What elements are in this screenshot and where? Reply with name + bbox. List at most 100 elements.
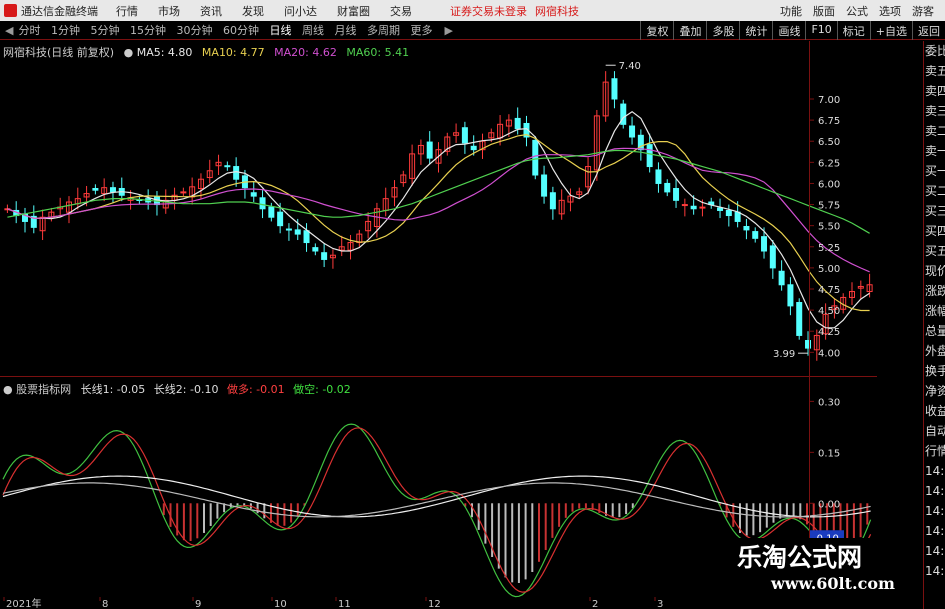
menu-function[interactable]: 功能 [780,3,802,19]
period-toolbar: ◀ 分时 1分钟 5分钟 15分钟 30分钟 60分钟 日线 周线 月线 多周期… [0,21,945,40]
multi-stock-button[interactable]: 多股 [706,21,739,40]
price-tick-label: 5.75 [818,201,840,212]
menu-options[interactable]: 选项 [879,3,901,19]
login-notice[interactable]: 证券交易未登录 [450,3,527,19]
tab-30min[interactable]: 30分钟 [176,24,212,37]
side-item[interactable]: 14:50 [924,521,945,541]
side-item[interactable]: 卖一 [924,141,945,161]
draw-line-button[interactable]: 画线 [772,21,805,40]
side-item[interactable]: 卖五 [924,61,945,81]
date-tick-label: 2 [592,599,598,609]
do-long-label: 做多: -0.01 [226,383,285,396]
price-tick-label: 6.50 [818,137,840,148]
candle-body [787,284,794,307]
side-item[interactable]: 自动 [924,421,945,441]
tab-intraday[interactable]: 分时 [18,24,40,37]
menu-formula[interactable]: 公式 [846,3,868,19]
side-item[interactable]: 14:50 [924,481,945,501]
side-item[interactable]: 卖三 [924,101,945,121]
tab-60min[interactable]: 60分钟 [223,24,259,37]
menu-news[interactable]: 资讯 [200,3,222,19]
side-item[interactable]: 外盘 [924,341,945,361]
tab-15min[interactable]: 15分钟 [130,24,166,37]
price-tick-label: 4.75 [818,285,840,296]
long-line-1-label: 长线1: -0.05 [80,383,146,396]
current-stock-name: 网宿科技 [535,4,579,18]
mark-button[interactable]: 标记 [836,21,870,40]
adjust-button[interactable]: 复权 [640,21,673,40]
side-item[interactable]: 涨幅 [924,301,945,321]
app-name: 通达信金融终端 [21,4,98,18]
candle-body [717,207,724,211]
price-tick-label: 6.75 [818,116,840,127]
candle-body [549,192,556,210]
indicator-settings-icon[interactable]: ● [3,383,13,396]
side-item[interactable]: 14:50 [924,461,945,481]
side-item[interactable]: 买四 [924,221,945,241]
date-tick-label: 12 [428,599,441,609]
menu-wealth[interactable]: 财富圈 [337,3,370,19]
tab-monthly[interactable]: 月线 [334,24,356,37]
tab-5min[interactable]: 5分钟 [90,24,119,37]
indicator-tick-label: 0.15 [818,448,840,459]
right-arrow-icon[interactable]: ▶ [439,24,457,37]
side-item[interactable]: 收益 [924,401,945,421]
overlay-button[interactable]: 叠加 [673,21,706,40]
side-item[interactable]: 现价 [924,261,945,281]
tab-multi-period[interactable]: 多周期 [367,24,400,37]
side-item[interactable]: 换手 [924,361,945,381]
left-arrow-icon[interactable]: ◀ [0,24,18,37]
candle-body [725,209,732,217]
date-tick-label: 10 [274,599,287,609]
price-tick-label: 4.00 [818,348,840,359]
candle-body [629,125,636,138]
side-item[interactable]: 卖二 [924,121,945,141]
watermark-title: 乐淘公式网 [737,543,863,572]
menu-quotes[interactable]: 行情 [116,3,138,19]
side-item[interactable]: 卖四 [924,81,945,101]
guest-label[interactable]: 游客 [912,3,934,19]
kline-chart[interactable]: 7.40 3.99 [0,41,877,377]
main-menu: 行情 市场 资讯 发现 问小达 财富圈 交易 [116,3,432,19]
tab-weekly[interactable]: 周线 [302,24,324,37]
menu-discover[interactable]: 发现 [242,3,264,19]
app-logo-icon [4,4,17,17]
menu-market[interactable]: 市场 [158,3,180,19]
title-right-menu: 功能 版面 公式 选项 游客 [780,0,945,21]
menu-layout[interactable]: 版面 [813,3,835,19]
candle-body [532,139,539,176]
add-watchlist-button[interactable]: +自选 [869,21,912,40]
side-item[interactable]: 买三 [924,201,945,221]
candle-body [303,230,310,244]
side-item[interactable]: 委比 [924,41,945,61]
tab-1min[interactable]: 1分钟 [51,24,80,37]
candle-body [312,247,319,252]
candle-body [646,144,653,168]
title-bar: 通达信金融终端 行情 市场 资讯 发现 问小达 财富圈 交易 证券交易未登录 网… [0,0,945,21]
tab-daily[interactable]: 日线 [269,24,291,37]
side-item[interactable]: 买一 [924,161,945,181]
side-item[interactable]: 买五 [924,241,945,261]
back-button[interactable]: 返回 [912,21,945,40]
kline-panel[interactable]: 7.40 3.99 网宿科技(日线 前复权) ● MA5: 4.80 MA10: … [0,41,877,377]
side-item[interactable]: 行情 [924,441,945,461]
candle-body [268,206,275,218]
stats-button[interactable]: 统计 [739,21,772,40]
do-short-label: 做空: -0.02 [293,383,351,396]
candle-body [294,229,301,235]
side-item[interactable]: 买二 [924,181,945,201]
side-item[interactable]: 14:50 [924,561,945,581]
side-item[interactable]: 14:50 [924,541,945,561]
side-item[interactable]: 涨跌 [924,281,945,301]
candle-body [743,226,750,231]
toolbar-right-buttons: 复权 叠加 多股 统计 画线 F10 标记 +自选 返回 [640,21,945,40]
menu-trade[interactable]: 交易 [390,3,412,19]
side-item[interactable]: 14:50 [924,501,945,521]
menu-ask[interactable]: 问小达 [284,3,317,19]
tab-more[interactable]: 更多 [410,24,432,37]
side-item[interactable]: 净资 [924,381,945,401]
side-item[interactable]: 总量 [924,321,945,341]
candle-body [92,188,99,191]
f10-button[interactable]: F10 [805,21,836,40]
settings-dot-icon[interactable]: ● [124,46,134,59]
